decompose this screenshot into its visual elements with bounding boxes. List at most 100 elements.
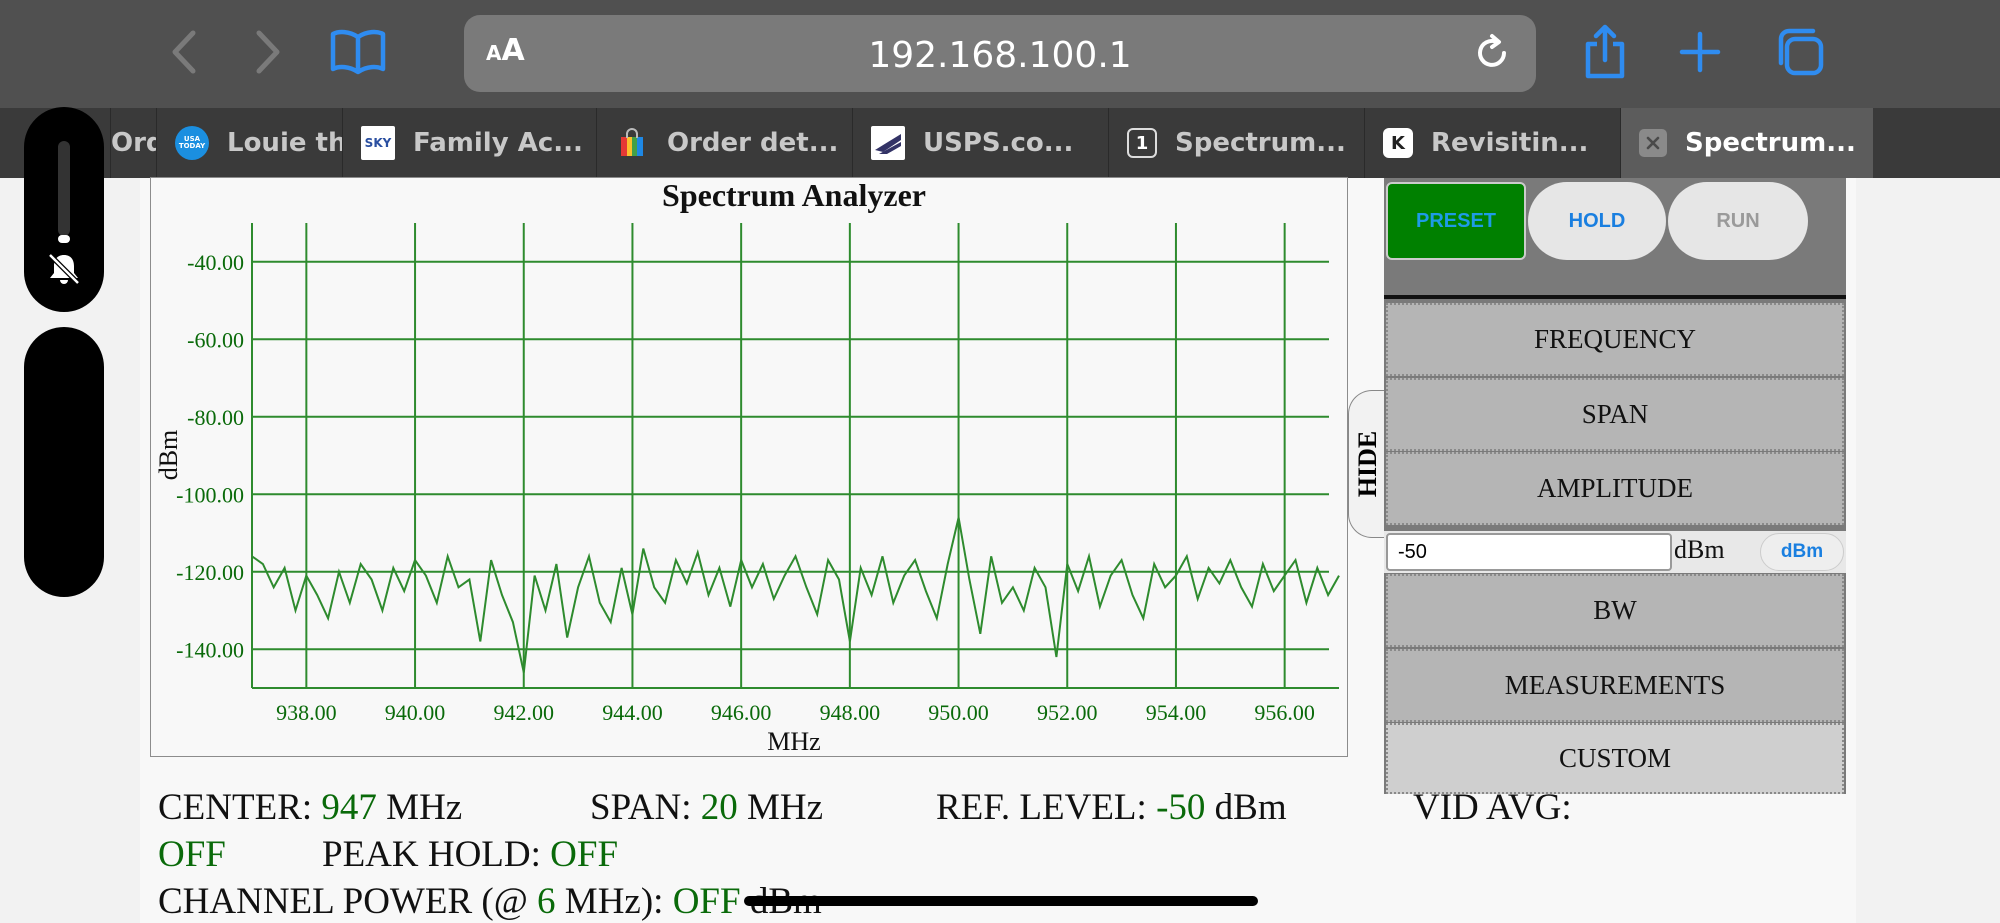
peak-hold-label: PEAK HOLD: [322, 834, 541, 875]
status-vid-avg-label: VID AVG: [1413, 786, 1572, 829]
tab-title: Revisitin... [1431, 128, 1589, 158]
x-tick-label: 956.00 [1254, 700, 1315, 725]
x-tick-label: 938.00 [276, 700, 337, 725]
ref-level-unit-label: dBm [1674, 535, 1725, 564]
preset-button[interactable]: PRESET [1386, 182, 1526, 260]
new-tab-icon[interactable] [1670, 22, 1730, 82]
ref-level-label: REF. LEVEL: [936, 787, 1147, 828]
span-label: SPAN: [590, 787, 692, 828]
status-span: SPAN: 20 MHz [590, 786, 823, 829]
measurements-menu-button[interactable]: MEASUREMENTS [1386, 649, 1844, 722]
vid-avg-value: OFF [158, 834, 226, 875]
y-tick-label: -40.00 [187, 250, 244, 275]
y-tick-label: -120.00 [176, 560, 244, 585]
x-tick-label: 950.00 [928, 700, 989, 725]
spectrum-chart: -40.00 -60.00 -80.00 -100.00 -120.00 -140.00 9… [150, 177, 1348, 757]
back-icon[interactable] [155, 22, 215, 82]
volume-hud [24, 107, 104, 312]
status-line-1: CENTER: 947 MHz [158, 786, 462, 829]
status-peak-hold: PEAK HOLD: OFF [322, 833, 618, 876]
x-tick-label: 944.00 [602, 700, 663, 725]
tab-6[interactable]: K Revisitin... [1364, 108, 1620, 178]
tab-7-active[interactable]: Spectrum... [1620, 108, 1873, 178]
number-1-icon: 1 [1127, 128, 1157, 158]
x-tick-label: 954.00 [1146, 700, 1207, 725]
bw-menu-button[interactable]: BW [1386, 574, 1844, 647]
status-line-2: OFF [158, 833, 226, 876]
y-tick-label: -140.00 [176, 637, 244, 662]
span-value: 20 [700, 787, 738, 828]
y-tick-label: -80.00 [187, 405, 244, 430]
reload-icon[interactable] [1470, 31, 1514, 75]
y-axis-label: dBm [154, 430, 183, 481]
tab-title: USPS.co... [923, 128, 1074, 158]
channel-power-bw: 6 [537, 881, 556, 922]
tab-title: Louie th [227, 128, 342, 158]
side-pill [24, 327, 104, 597]
usps-eagle-icon [871, 126, 905, 160]
run-button[interactable]: RUN [1668, 182, 1808, 260]
share-icon[interactable] [1575, 22, 1635, 82]
tab-4[interactable]: USPS.co... [852, 108, 1108, 178]
close-tab-icon[interactable] [1639, 129, 1667, 157]
channel-power-bw-unit: MHz): [564, 881, 664, 922]
x-tick-label: 952.00 [1037, 700, 1098, 725]
url-text[interactable]: 192.168.100.1 [464, 35, 1536, 76]
forward-icon[interactable] [237, 22, 297, 82]
home-indicator[interactable] [744, 896, 1258, 906]
dbm-unit-button[interactable]: dBm [1760, 533, 1844, 571]
amplitude-menu-button[interactable]: AMPLITUDE [1386, 452, 1844, 525]
hide-panel-tab[interactable]: HIDE [1348, 390, 1386, 538]
volume-track [58, 141, 70, 236]
center-unit: MHz [386, 787, 463, 828]
address-bar[interactable]: AAAA 192.168.100.1 [464, 15, 1536, 92]
span-unit: MHz [746, 787, 824, 828]
y-tick-label: -60.00 [187, 327, 244, 352]
x-tick-label: 942.00 [494, 700, 555, 725]
tab-3[interactable]: Order det... [596, 108, 852, 178]
bookmarks-icon[interactable] [326, 22, 390, 82]
letter-k-icon: K [1383, 128, 1413, 158]
x-tick-label: 948.00 [820, 700, 881, 725]
tab-2[interactable]: SKY Family Ac... [342, 108, 596, 178]
center-value: 947 [321, 787, 377, 828]
spectrum-chart-svg: -40.00 -60.00 -80.00 -100.00 -120.00 -140.00 9… [154, 178, 1340, 756]
tab-title: Spectrum... [1685, 128, 1856, 158]
hide-label: HIDE [1352, 430, 1382, 498]
custom-menu-button[interactable]: CUSTOM [1386, 723, 1844, 794]
x-axis-label: MHz [767, 727, 820, 756]
tab-title: Ord [111, 128, 156, 158]
tab-5[interactable]: 1 Spectrum... [1108, 108, 1364, 178]
status-line-3: CHANNEL POWER (@ 6 MHz): OFF dBm [158, 880, 822, 923]
channel-power-label: CHANNEL POWER (@ [158, 881, 528, 922]
tab-0[interactable]: Ord [110, 108, 156, 178]
tab-title: Order det... [667, 128, 839, 158]
browser-toolbar: AAAA 192.168.100.1 [0, 0, 2000, 108]
tab-title: Spectrum... [1175, 128, 1346, 158]
status-ref-level: REF. LEVEL: -50 dBm [936, 786, 1287, 829]
y-tick-label: -100.00 [176, 482, 244, 507]
center-label: CENTER: [158, 787, 313, 828]
ref-level-value: -50 [1156, 787, 1206, 828]
x-tick-label: 946.00 [711, 700, 772, 725]
chart-title: Spectrum Analyzer [662, 178, 926, 213]
tab-title: Family Ac... [413, 128, 583, 158]
channel-power-value: OFF [672, 881, 741, 922]
volume-level [58, 235, 70, 243]
panel-divider [1384, 295, 1846, 299]
tabs-overview-icon[interactable] [1770, 22, 1830, 82]
tab-1[interactable]: USA TODAY Louie th [156, 108, 342, 178]
vid-avg-label: VID AVG: [1413, 787, 1572, 828]
frequency-menu-button[interactable]: FREQUENCY [1386, 303, 1844, 376]
hold-button[interactable]: HOLD [1528, 182, 1666, 260]
ref-level-unit: dBm [1214, 787, 1287, 828]
peak-hold-value: OFF [550, 834, 619, 875]
sky-icon: SKY [361, 126, 395, 160]
ref-level-input[interactable] [1386, 533, 1672, 571]
tab-bar: Ord USATODAY Louie th SKY Family Ac... O… [0, 108, 2000, 178]
span-menu-button[interactable]: SPAN [1386, 378, 1844, 451]
shopping-bag-icon [615, 126, 649, 160]
amplitude-settings-row: dBm dBm [1384, 531, 1846, 573]
control-panel: PRESET HOLD RUN FREQUENCY SPAN AMPLITUDE… [1384, 178, 1846, 794]
usa-today-icon: USA TODAY [175, 126, 209, 160]
